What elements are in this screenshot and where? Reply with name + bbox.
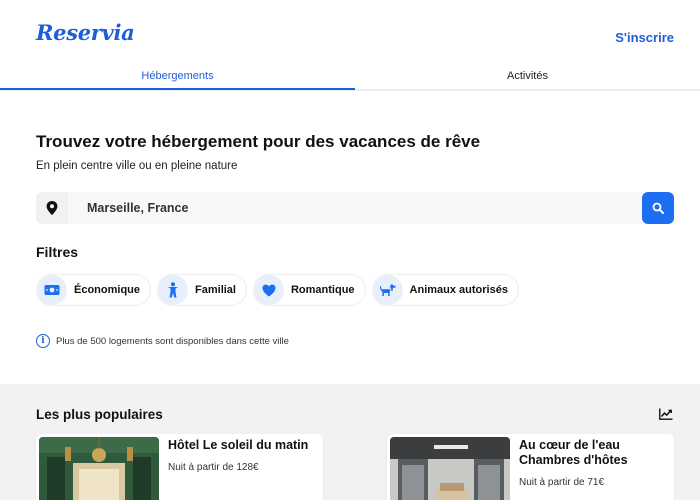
- search-button[interactable]: [642, 192, 674, 224]
- filter-label: Économique: [74, 284, 141, 296]
- filter-romantique[interactable]: Romantique: [252, 274, 366, 306]
- top-header: Reservia S'inscrire: [0, 0, 700, 68]
- card-title: Au cœur de l'eau Chambres d'hôtes: [519, 438, 628, 467]
- filter-familial[interactable]: Familial: [157, 274, 247, 306]
- info-text: Plus de 500 logements sont disponibles d…: [56, 335, 289, 347]
- money-icon: [37, 275, 67, 305]
- search-input[interactable]: [68, 192, 642, 224]
- filters-title: Filtres: [36, 244, 79, 260]
- search-icon: [652, 202, 664, 214]
- heart-icon: [253, 275, 284, 305]
- page-title: Trouvez votre hébergement pour des vacan…: [36, 132, 481, 151]
- card-image: [390, 437, 510, 500]
- popular-title: Les plus populaires: [36, 407, 163, 422]
- accommodation-card[interactable]: Hôtel Le soleil du matin Nuit à partir d…: [36, 434, 323, 500]
- card-price: Nuit à partir de 128€: [168, 462, 259, 473]
- filter-label: Familial: [195, 284, 236, 296]
- dog-icon: [372, 275, 403, 305]
- brand-logo[interactable]: Reservia: [36, 20, 135, 45]
- filter-label: Animaux autorisés: [409, 284, 508, 296]
- search-bar: [36, 192, 674, 224]
- child-icon: [158, 275, 189, 305]
- card-title: Hôtel Le soleil du matin: [168, 438, 309, 452]
- card-price: Nuit à partir de 71€: [519, 477, 605, 488]
- accommodation-card[interactable]: Au cœur de l'eau Chambres d'hôtes Nuit à…: [387, 434, 674, 500]
- info-icon: i: [36, 334, 50, 348]
- popular-section: Les plus populaires Hôtel Le soleil du m…: [0, 384, 700, 500]
- tab-hebergements[interactable]: Hébergements: [0, 66, 355, 90]
- availability-info: i Plus de 500 logements sont disponibles…: [36, 334, 289, 348]
- filter-label: Romantique: [290, 284, 355, 296]
- signup-link[interactable]: S'inscrire: [615, 30, 674, 45]
- card-image: [39, 437, 159, 500]
- map-pin-icon: [36, 192, 68, 224]
- filter-chips: Économique Familial Romantique Animaux a…: [36, 274, 519, 306]
- tab-activites[interactable]: Activités: [355, 66, 700, 90]
- page-subtitle: En plein centre ville ou en pleine natur…: [36, 160, 238, 172]
- filter-animaux[interactable]: Animaux autorisés: [371, 274, 519, 306]
- filter-economique[interactable]: Économique: [36, 274, 152, 306]
- tab-bar: Hébergements Activités: [0, 66, 700, 91]
- trend-up-icon: [659, 407, 673, 425]
